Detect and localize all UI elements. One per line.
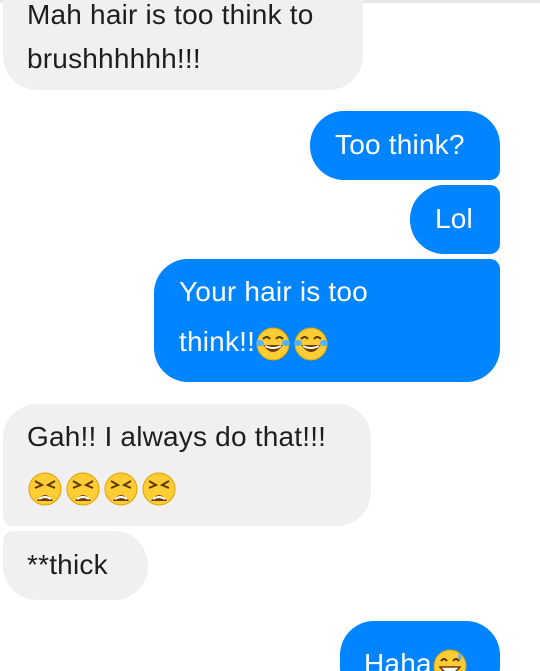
tired-face-icon bbox=[141, 471, 177, 507]
tired-face-icon bbox=[65, 471, 101, 507]
message-line: brushhhhhh!!! bbox=[27, 43, 201, 74]
incoming-message[interactable]: **thick bbox=[3, 531, 148, 600]
message-text: Gah!! I always do that!!! bbox=[27, 421, 327, 452]
grinning-face-with-sweat-icon bbox=[432, 648, 468, 671]
tired-face-icon bbox=[27, 471, 63, 507]
message-text: think!! bbox=[179, 326, 256, 357]
outgoing-message[interactable]: Too think? bbox=[310, 111, 500, 180]
incoming-message[interactable]: Gah!! I always do that!!! bbox=[3, 404, 371, 526]
outgoing-message[interactable]: Your hair is too think!! bbox=[154, 259, 500, 382]
message-text: Haha bbox=[364, 648, 432, 671]
face-with-tears-of-joy-icon bbox=[293, 326, 329, 362]
outgoing-message[interactable]: Lol bbox=[410, 185, 500, 254]
message-line: think!! bbox=[179, 317, 500, 367]
emoji-row bbox=[27, 462, 371, 512]
message-text: Too think? bbox=[335, 129, 465, 160]
incoming-message[interactable]: Mah hair is too think to brushhhhhh!!! bbox=[3, 0, 363, 90]
face-with-tears-of-joy-icon bbox=[255, 326, 291, 362]
message-line: Mah hair is too think to bbox=[27, 0, 314, 30]
tired-face-icon bbox=[103, 471, 139, 507]
outgoing-message[interactable]: Haha bbox=[340, 621, 500, 671]
message-text: Lol bbox=[435, 203, 473, 234]
chat-thread: Mah hair is too think to brushhhhhh!!! T… bbox=[0, 0, 540, 671]
message-text: **thick bbox=[27, 549, 108, 580]
message-line: Your hair is too bbox=[179, 276, 368, 307]
